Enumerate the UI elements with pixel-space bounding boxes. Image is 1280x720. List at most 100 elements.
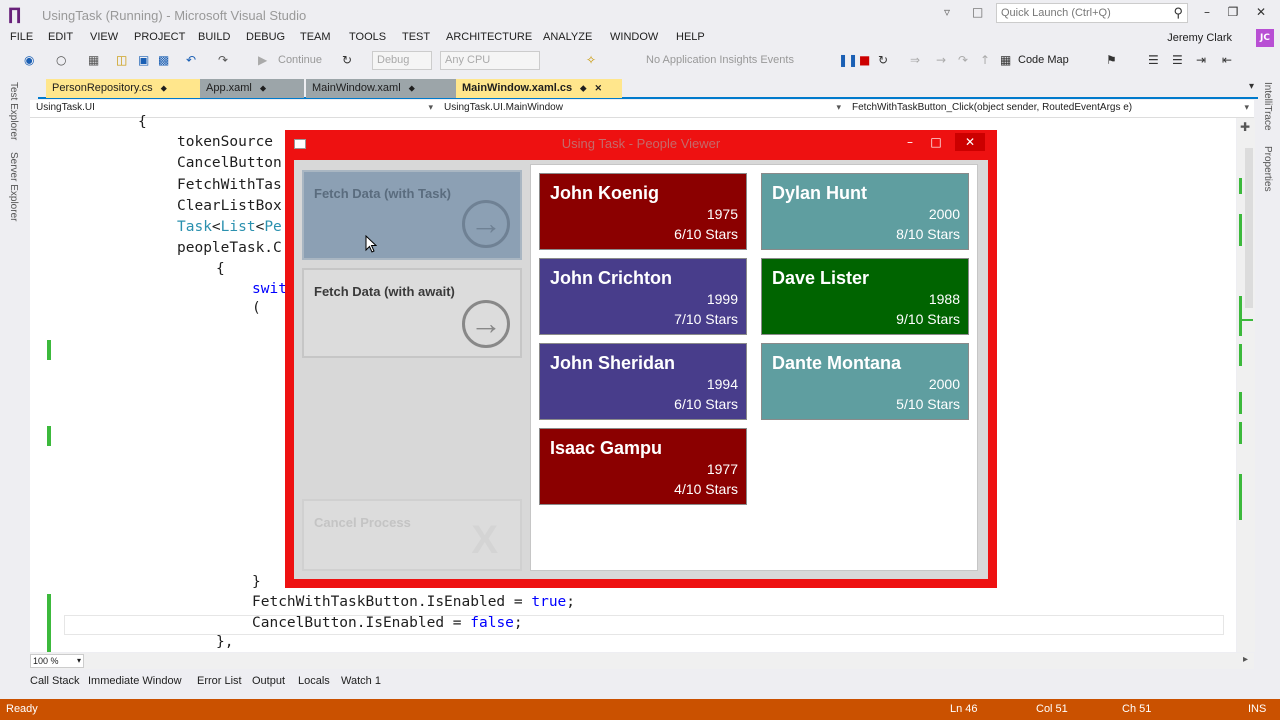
user-name[interactable]: Jeremy Clark [1167,32,1232,44]
app-maximize-icon[interactable]: □ [923,133,949,151]
scroll-change-marker [1239,392,1242,414]
person-card[interactable]: Dante Montana 2000 5/10 Stars [761,343,969,420]
change-marker [47,426,51,446]
outdent-icon[interactable]: ⇤ [1222,53,1232,67]
pin-icon[interactable]: ⬥ [260,83,266,93]
people-viewer-window[interactable]: Using Task - People Viewer – □ ✕ Fetch D… [285,130,997,588]
fetch-with-await-button[interactable]: Fetch Data (with await) → [302,268,522,358]
tab-error-list[interactable]: Error List [197,675,242,687]
menu-architecture[interactable]: ARCHITECTURE [446,31,532,43]
back-icon[interactable]: ◉ [24,53,34,67]
fetch-with-task-button[interactable]: Fetch Data (with Task) → [302,170,522,260]
menu-help[interactable]: HELP [676,31,705,43]
menu-view[interactable]: VIEW [90,31,118,43]
insights-icon[interactable]: ✧ [586,53,596,67]
uncomment-icon[interactable]: ☰ [1172,53,1183,67]
person-card[interactable]: John Sheridan 1994 6/10 Stars [539,343,747,420]
window-title: UsingTask (Running) - Microsoft Visual S… [42,8,307,23]
avatar[interactable]: JC [1256,29,1274,47]
app-close-icon[interactable]: ✕ [955,133,985,151]
tab-output[interactable]: Output [252,675,285,687]
new-project-icon[interactable]: ▦ [88,53,99,67]
code-map-button[interactable]: Code Map [1018,54,1069,66]
save-icon[interactable]: ▣ [138,53,149,67]
menu-edit[interactable]: EDIT [48,31,73,43]
undo-icon[interactable]: ↶ [186,53,196,67]
scroll-right-icon[interactable]: ▸ [1243,654,1248,665]
intellitrace-tab[interactable]: IntelliTrace [1262,82,1273,131]
menu-test[interactable]: TEST [402,31,430,43]
class-dropdown[interactable]: UsingTask.UI.MainWindow ▾ [440,101,844,117]
tab-locals[interactable]: Locals [298,675,330,687]
comment-icon[interactable]: ☰ [1148,53,1159,67]
restart-icon[interactable]: ↻ [878,53,888,67]
show-next-statement-icon[interactable]: ⇒ [910,53,920,67]
stop-icon[interactable]: ■ [859,53,870,67]
continue-button[interactable]: Continue [278,54,322,66]
scroll-thumb[interactable] [1245,148,1253,308]
test-explorer-tab[interactable]: Test Explorer [8,82,19,140]
configuration-select[interactable]: Debug [372,51,432,70]
vertical-scrollbar[interactable]: ✚ [1237,118,1255,652]
project-dropdown[interactable]: UsingTask.UI ▾ [32,101,436,117]
tab-personrepository[interactable]: PersonRepository.cs ⬥ [46,79,200,98]
person-card[interactable]: John Crichton 1999 7/10 Stars [539,258,747,335]
menu-build[interactable]: BUILD [198,31,230,43]
member-dropdown[interactable]: FetchWithTaskButton_Click(object sender,… [848,101,1252,117]
pin-icon[interactable]: ⬥ [580,83,586,93]
menu-tools[interactable]: TOOLS [349,31,386,43]
feedback-icon[interactable]: □ [972,5,983,19]
redo-icon[interactable]: ↷ [218,53,228,67]
code-map-icon[interactable]: ▦ [1000,53,1011,67]
tab-mainwindow-xaml-cs[interactable]: MainWindow.xaml.cs ⬥ ✕ [456,79,622,98]
menu-file[interactable]: FILE [10,31,33,43]
tab-app-xaml[interactable]: App.xaml ⬥ [200,79,304,98]
person-card[interactable]: Dylan Hunt 2000 8/10 Stars [761,173,969,250]
step-over-icon[interactable]: ↷ [958,53,968,67]
pin-icon[interactable]: ⬥ [161,83,167,93]
tab-watch-1[interactable]: Watch 1 [341,675,381,687]
person-card[interactable]: Dave Lister 1988 9/10 Stars [761,258,969,335]
server-explorer-tab[interactable]: Server Explorer [8,152,19,221]
split-icon[interactable]: ✚ [1240,120,1250,134]
save-all-icon[interactable]: ▩ [158,53,169,67]
menu-window[interactable]: WINDOW [610,31,658,43]
code-line: peopleTask.C [177,240,282,256]
pin-icon[interactable]: ⬥ [409,83,415,93]
project-dropdown-value: UsingTask.UI [36,102,95,113]
close-icon[interactable]: ✕ [1250,3,1272,21]
cancel-process-button[interactable]: Cancel Process X [302,499,522,571]
tab-mainwindow-xaml[interactable]: MainWindow.xaml ⬥ [306,79,456,98]
menu-team[interactable]: TEAM [300,31,331,43]
bookmark-icon[interactable]: ⚑ [1106,53,1117,67]
insights-text[interactable]: No Application Insights Events [646,54,794,66]
forward-icon[interactable]: ○ [56,53,66,67]
tab-call-stack[interactable]: Call Stack [30,675,80,687]
properties-tab[interactable]: Properties [1262,146,1273,192]
open-folder-icon[interactable]: ◫ [116,53,127,67]
menu-debug[interactable]: DEBUG [246,31,285,43]
zoom-select[interactable]: 100 % ▾ [30,654,84,668]
bottom-tool-tabs: Call Stack Immediate Window Error List O… [0,670,1280,698]
step-into-icon[interactable]: → [936,53,946,67]
quick-launch-input[interactable]: Quick Launch (Ctrl+Q) ⚲ [996,3,1188,23]
tab-overflow-icon[interactable]: ▾ [1249,81,1254,92]
restore-icon[interactable]: ❐ [1222,3,1244,21]
filter-icon[interactable]: ▿ [944,5,950,19]
continue-icon[interactable]: ▶ [258,53,267,67]
tab-immediate-window[interactable]: Immediate Window [88,675,182,687]
minimize-icon[interactable]: – [1196,3,1218,21]
person-card[interactable]: John Koenig 1975 6/10 Stars [539,173,747,250]
refresh-icon[interactable]: ↻ [342,53,352,67]
step-out-icon[interactable]: ↑ [980,53,990,67]
menu-project[interactable]: PROJECT [134,31,185,43]
menu-analyze[interactable]: ANALYZE [543,31,592,43]
close-tab-icon[interactable]: ✕ [594,83,602,93]
people-list[interactable]: John Koenig 1975 6/10 Stars Dylan Hunt 2… [530,164,978,571]
person-card[interactable]: Isaac Gampu 1977 4/10 Stars [539,428,747,505]
pause-icon[interactable]: ❚❚ [838,53,858,67]
indent-icon[interactable]: ⇥ [1196,53,1206,67]
person-rating: 8/10 Stars [896,226,960,242]
app-minimize-icon[interactable]: – [897,133,923,151]
platform-select[interactable]: Any CPU [440,51,540,70]
